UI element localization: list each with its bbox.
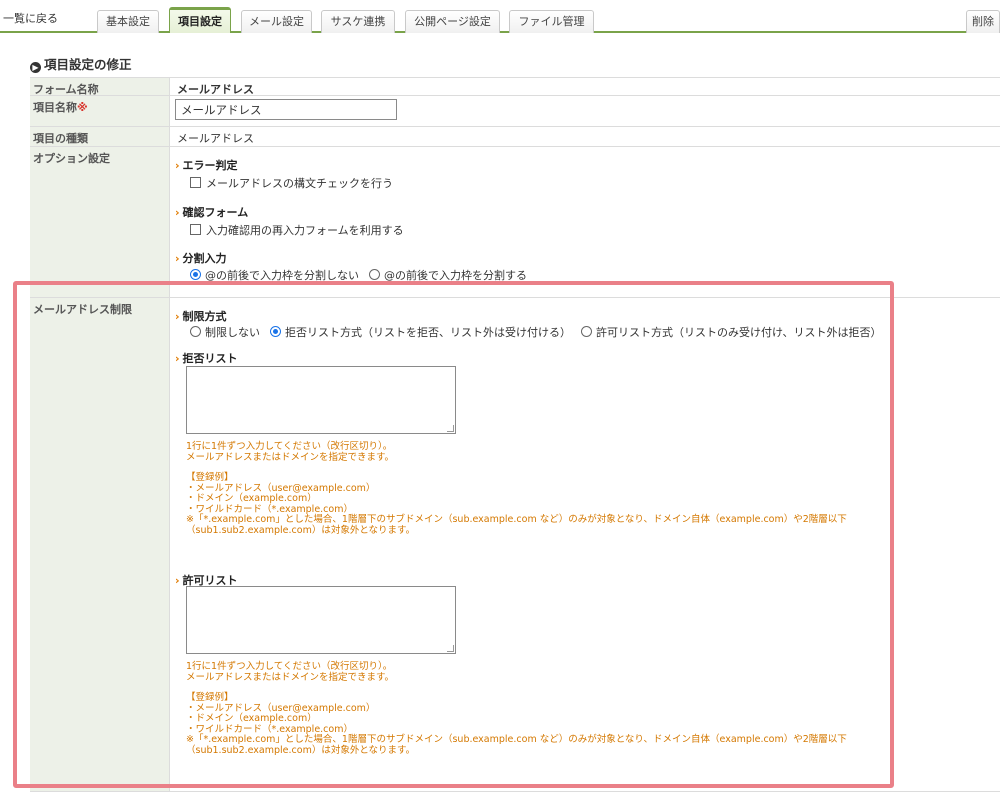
split-input-options: @の前後で入力枠を分割しない @の前後で入力枠を分割する — [190, 267, 527, 283]
error-check-heading: エラー判定 — [175, 157, 238, 173]
email-restriction-row: メールアドレス制限 制限方式 制限しない 拒否リスト方式（リストを拒否、リスト外は… — [30, 298, 1000, 792]
split-none-label: @の前後で入力枠を分割しない — [205, 269, 359, 282]
help-line-1: 1行に1件ずつ入力してください（改行区切り）。 — [186, 441, 393, 452]
reentry-checkbox[interactable] — [190, 224, 201, 235]
tab-bar: 一覧に戻る 基本設定 項目設定 メール設定 サスケ連携 公開ページ設定 ファイル… — [0, 0, 1000, 33]
resize-grip-icon[interactable] — [447, 645, 454, 652]
form-name-row: フォーム名称 メールアドレス — [30, 77, 1000, 96]
confirm-form-heading: 確認フォーム — [175, 204, 249, 220]
deny-list-help: 1行に1件ずつ入力してください（改行区切り）。 メールアドレスまたはドメインを指… — [186, 441, 847, 536]
split-at-radio[interactable] — [369, 269, 380, 280]
error-check-option[interactable]: メールアドレスの構文チェックを行う — [190, 175, 393, 191]
method-options: 制限しない 拒否リスト方式（リストを拒否、リスト外は受け付ける） 許可リスト方式（リ… — [190, 324, 881, 340]
option-settings-label: オプション設定 — [30, 147, 170, 297]
delete-tab[interactable]: 削除 — [966, 10, 1000, 33]
help-example-head: 【登録例】 — [186, 692, 234, 703]
form-name-value: メールアドレス — [177, 83, 254, 96]
allow-list-help: 1行に1件ずつ入力してください（改行区切り）。 メールアドレスまたはドメインを指… — [186, 661, 847, 756]
item-name-row: 項目名称※ メールアドレス — [30, 96, 1000, 127]
resize-grip-icon[interactable] — [447, 425, 454, 432]
option-settings-row: オプション設定 エラー判定 メールアドレスの構文チェックを行う 確認フォーム 入… — [30, 147, 1000, 298]
help-note-2: （sub1.sub2.example.com）は対象外となります。 — [186, 744, 416, 756]
option-settings-cell: エラー判定 メールアドレスの構文チェックを行う 確認フォーム 入力確認用の再入力… — [171, 147, 1000, 297]
required-mark: ※ — [77, 101, 88, 114]
method-none-radio[interactable] — [190, 326, 201, 337]
item-name-label-text: 項目名称 — [33, 101, 77, 114]
syntax-check-checkbox[interactable] — [190, 177, 201, 188]
item-type-label: 項目の種類 — [30, 127, 170, 146]
help-note-1: ※「*.example.com」とした場合、1階層下のサブドメイン（sub.ex… — [186, 514, 847, 525]
confirm-form-option[interactable]: 入力確認用の再入力フォームを利用する — [190, 222, 404, 238]
help-example-2: ・ドメイン（example.com） — [186, 493, 317, 504]
method-allow-radio[interactable] — [581, 326, 592, 337]
method-none-label: 制限しない — [205, 326, 260, 339]
tab-basic-settings[interactable]: 基本設定 — [97, 10, 159, 33]
method-deny-radio[interactable] — [270, 326, 281, 337]
split-at-label: @の前後で入力枠を分割する — [384, 269, 527, 282]
tab-public-page-settings[interactable]: 公開ページ設定 — [405, 10, 500, 33]
email-restriction-label: メールアドレス制限 — [30, 298, 170, 791]
method-allow-label: 許可リスト方式（リストのみ受け付け、リスト外は拒否） — [596, 326, 882, 339]
help-line-1: 1行に1件ずつ入力してください（改行区切り）。 — [186, 661, 393, 672]
section-title: ▶ 項目設定の修正 — [30, 54, 132, 73]
help-note-1: ※「*.example.com」とした場合、1階層下のサブドメイン（sub.ex… — [186, 734, 847, 745]
split-input-heading: 分割入力 — [175, 250, 227, 266]
method-heading: 制限方式 — [175, 308, 227, 324]
arrow-circle-icon: ▶ — [30, 62, 41, 73]
deny-list-heading: 拒否リスト — [175, 350, 238, 366]
item-type-row: 項目の種類 メールアドレス — [30, 127, 1000, 147]
allow-list-textarea[interactable] — [186, 586, 456, 654]
item-type-value: メールアドレス — [177, 132, 254, 145]
help-note-2: （sub1.sub2.example.com）は対象外となります。 — [186, 524, 416, 536]
split-none-radio[interactable] — [190, 269, 201, 280]
reentry-label: 入力確認用の再入力フォームを利用する — [206, 224, 404, 237]
item-name-label: 項目名称※ — [30, 96, 170, 126]
tab-item-settings[interactable]: 項目設定 — [169, 7, 231, 33]
form-name-label: フォーム名称 — [30, 78, 170, 96]
method-deny-label: 拒否リスト方式（リストを拒否、リスト外は受け付ける） — [285, 326, 571, 339]
item-name-cell: メールアドレス — [171, 96, 1000, 126]
tab-saske-integration[interactable]: サスケ連携 — [321, 10, 395, 33]
help-example-2: ・ドメイン（example.com） — [186, 713, 317, 724]
email-restriction-cell: 制限方式 制限しない 拒否リスト方式（リストを拒否、リスト外は受け付ける） 許可リス… — [171, 298, 1000, 791]
help-line-2: メールアドレスまたはドメインを指定できます。 — [186, 451, 395, 463]
tab-file-management[interactable]: ファイル管理 — [509, 10, 594, 33]
item-name-input[interactable]: メールアドレス — [175, 99, 397, 120]
back-to-list-link[interactable]: 一覧に戻る — [3, 10, 58, 26]
deny-list-textarea[interactable] — [186, 366, 456, 434]
tab-mail-settings[interactable]: メール設定 — [241, 10, 312, 33]
help-line-2: メールアドレスまたはドメインを指定できます。 — [186, 671, 395, 683]
syntax-check-label: メールアドレスの構文チェックを行う — [206, 177, 393, 190]
section-title-text: 項目設定の修正 — [44, 57, 132, 72]
help-example-head: 【登録例】 — [186, 472, 234, 483]
